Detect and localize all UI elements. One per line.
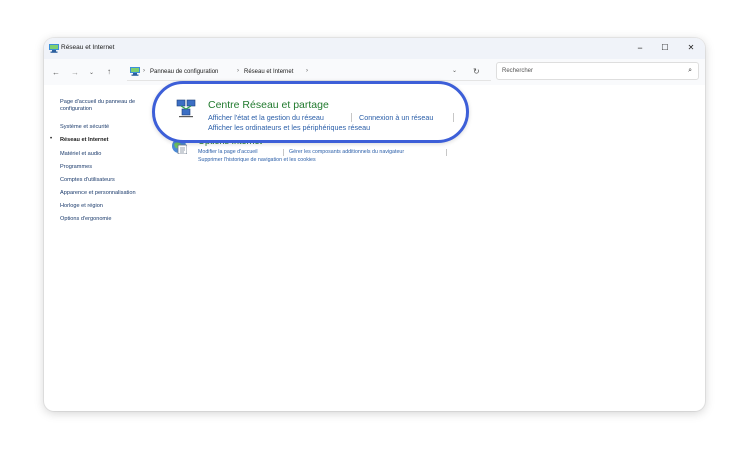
sidebar-item-home[interactable]: Page d'accueil du panneau de	[60, 99, 135, 105]
link-divider	[351, 113, 352, 122]
search-box[interactable]: Rechercher ⌕	[496, 62, 699, 80]
sidebar-item-hardware-audio[interactable]: Matériel et audio	[60, 151, 101, 157]
breadcrumb-control-panel[interactable]: Panneau de configuration	[150, 69, 218, 75]
sidebar-item-programs[interactable]: Programmes	[60, 164, 92, 170]
minimize-button[interactable]: −	[628, 41, 652, 55]
manage-addons-link[interactable]: Gérer les composants additionnels du nav…	[289, 149, 404, 155]
search-input[interactable]: Rechercher	[502, 68, 533, 74]
sidebar-item-home[interactable]: configuration	[60, 106, 92, 112]
connect-to-network-link[interactable]: Connexion à un réseau	[359, 113, 433, 122]
maximize-button[interactable]: ☐	[653, 41, 677, 55]
sidebar-item-ease-of-access[interactable]: Options d'ergonomie	[60, 216, 111, 222]
sidebar-item-user-accounts[interactable]: Comptes d'utilisateurs	[60, 177, 115, 183]
sidebar-item-appearance[interactable]: Apparence et personnalisation	[60, 190, 136, 196]
breadcrumb-separator: ›	[306, 68, 308, 74]
sidebar-item-network-internet: Réseau et Internet	[60, 137, 109, 143]
refresh-icon[interactable]: ↻	[473, 67, 480, 76]
link-divider	[453, 113, 454, 122]
delete-history-link[interactable]: Supprimer l'historique de navigation et …	[198, 157, 316, 163]
window-title: Réseau et Internet	[61, 44, 115, 51]
network-sharing-icon	[176, 99, 196, 118]
change-home-page-link[interactable]: Modifier la page d'accueil	[198, 149, 258, 155]
close-button[interactable]: ✕	[679, 41, 703, 55]
control-panel-icon	[49, 44, 59, 53]
forward-arrow-icon[interactable]: →	[71, 69, 79, 77]
breadcrumb-separator: ›	[143, 68, 145, 74]
address-bar[interactable]: › Panneau de configuration › Réseau et I…	[127, 64, 491, 81]
breadcrumb-network-internet[interactable]: Réseau et Internet	[244, 69, 293, 75]
network-sharing-center-title[interactable]: Centre Réseau et partage	[208, 99, 329, 111]
back-arrow-icon[interactable]: ←	[52, 69, 60, 77]
active-bullet-icon: •	[50, 136, 53, 142]
search-icon[interactable]: ⌕	[688, 67, 692, 75]
sidebar-item-system-security[interactable]: Système et sécurité	[60, 124, 109, 130]
link-divider	[446, 149, 447, 156]
view-network-devices-link[interactable]: Afficher les ordinateurs et les périphér…	[208, 123, 370, 132]
recent-locations-chevron-icon[interactable]: ⌄	[89, 69, 94, 77]
address-dropdown-chevron-icon[interactable]: ⌄	[452, 67, 457, 74]
up-arrow-icon[interactable]: ↑	[107, 68, 111, 76]
link-divider	[283, 149, 284, 156]
view-network-status-link[interactable]: Afficher l'état et la gestion du réseau	[208, 113, 324, 122]
sidebar-item-clock-region[interactable]: Horloge et région	[60, 203, 103, 209]
network-sharing-center-callout: Centre Réseau et partage Afficher l'état…	[152, 81, 469, 143]
breadcrumb-separator: ›	[237, 68, 239, 74]
title-bar: Réseau et Internet − ☐ ✕	[44, 38, 705, 59]
control-panel-icon	[130, 67, 140, 76]
